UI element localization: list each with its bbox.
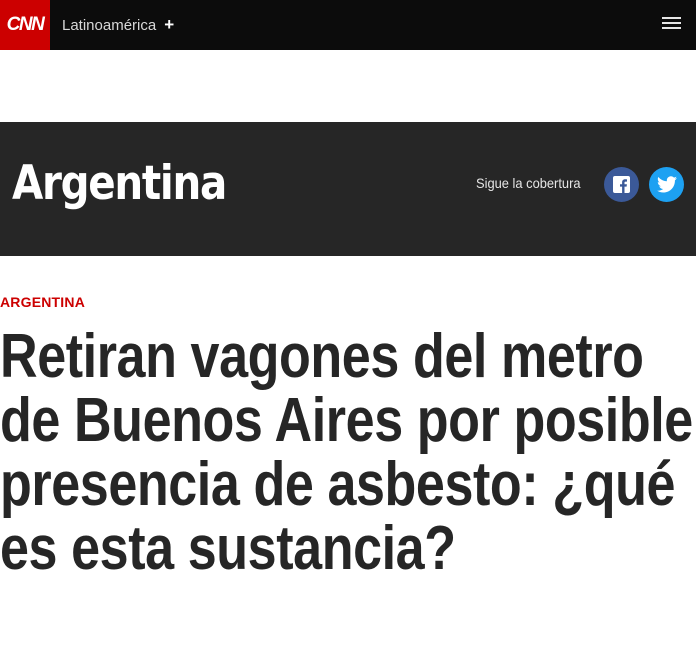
follow-coverage-label: Sigue la cobertura <box>476 175 581 191</box>
twitter-share-button[interactable] <box>649 167 684 202</box>
menu-line <box>662 27 681 29</box>
ad-slot <box>0 50 696 122</box>
section-banner: Argentina Sigue la cobertura <box>0 122 696 256</box>
menu-line <box>662 17 681 19</box>
article-headline: Retiran vagones del metro de Buenos Aire… <box>0 322 693 583</box>
facebook-share-button[interactable] <box>604 167 639 202</box>
edition-expand-icon[interactable]: + <box>164 15 174 35</box>
facebook-icon <box>613 176 630 193</box>
top-navigation-bar: CNN Latinoamérica + <box>0 0 696 50</box>
edition-selector[interactable]: Latinoamérica + <box>62 0 174 50</box>
section-title: Argentina <box>12 156 227 211</box>
menu-line <box>662 22 681 24</box>
cnn-logo-text: CNN <box>6 14 45 35</box>
twitter-icon <box>656 176 677 193</box>
article-kicker[interactable]: ARGENTINA <box>0 294 85 310</box>
hamburger-menu-icon[interactable] <box>662 17 681 33</box>
cnn-logo[interactable]: CNN <box>0 0 50 50</box>
edition-label: Latinoamérica <box>62 16 157 34</box>
